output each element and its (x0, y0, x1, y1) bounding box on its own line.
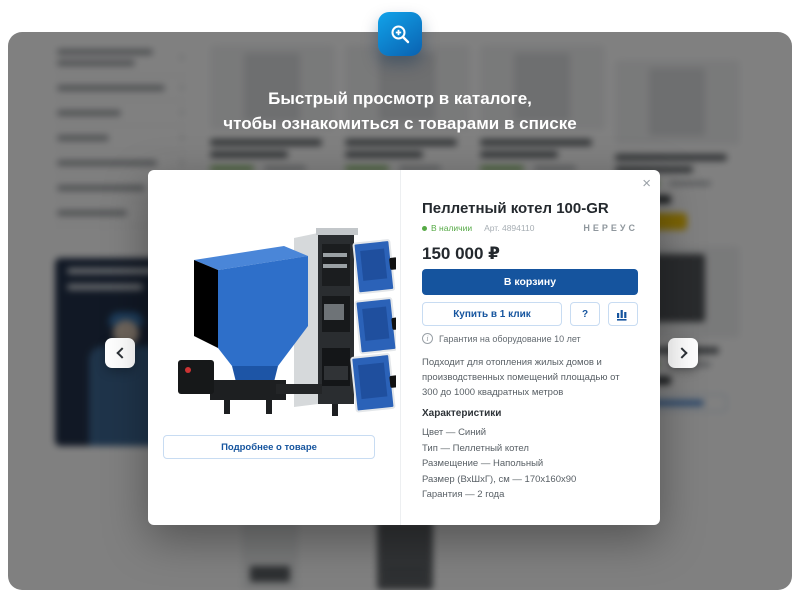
info-icon: i (422, 333, 433, 344)
prev-product-button[interactable] (105, 338, 135, 368)
headline-line-2: чтобы ознакомиться с товарами в списке (0, 111, 800, 136)
overlay-headline: Быстрый просмотр в каталоге, чтобы ознак… (0, 86, 800, 136)
quick-view-badge (378, 12, 422, 56)
quick-view-modal: × (148, 170, 660, 525)
zoom-in-icon (389, 23, 411, 45)
characteristics-title: Характеристики (422, 408, 638, 419)
chevron-left-icon (116, 347, 127, 358)
characteristic-row: Тип — Пеллетный котел (422, 441, 638, 457)
product-details-button[interactable]: Подробнее о товаре (163, 435, 375, 459)
characteristic-row: Размер (ВхШхГ), см — 170x160x90 (422, 472, 638, 488)
headline-line-1: Быстрый просмотр в каталоге, (0, 86, 800, 111)
characteristics-list: Цвет — Синий Тип — Пеллетный котел Разме… (422, 425, 638, 503)
warranty-text: Гарантия на оборудование 10 лет (439, 334, 581, 344)
warranty-note: i Гарантия на оборудование 10 лет (422, 333, 638, 344)
product-meta: В наличии Арт. 4894110 НЕРЕУС (422, 223, 638, 233)
brand-logo: НЕРЕУС (583, 223, 638, 233)
secondary-actions: Купить в 1 клик ? (422, 302, 638, 326)
chevron-right-icon (676, 347, 687, 358)
characteristic-row: Цвет — Синий (422, 425, 638, 441)
product-sku: Арт. 4894110 (484, 223, 534, 233)
question-button[interactable]: ? (570, 302, 600, 326)
one-click-buy-button[interactable]: Купить в 1 клик (422, 302, 562, 326)
modal-divider (400, 170, 401, 525)
close-icon[interactable]: × (642, 176, 651, 192)
product-description: Подходит для отопления жилых домов и про… (422, 355, 636, 400)
product-title: Пеллетный котел 100-GR (422, 200, 638, 217)
compare-bars-icon (616, 308, 630, 321)
availability-status: В наличии (431, 223, 472, 233)
add-to-cart-button[interactable]: В корзину (422, 269, 638, 295)
availability-dot-icon (422, 226, 427, 231)
characteristic-row: Размещение — Напольный (422, 456, 638, 472)
product-image (166, 198, 396, 428)
next-product-button[interactable] (668, 338, 698, 368)
compare-button[interactable] (608, 302, 638, 326)
product-price: 150 000 ₽ (422, 244, 638, 264)
characteristic-row: Гарантия — 2 года (422, 487, 638, 503)
